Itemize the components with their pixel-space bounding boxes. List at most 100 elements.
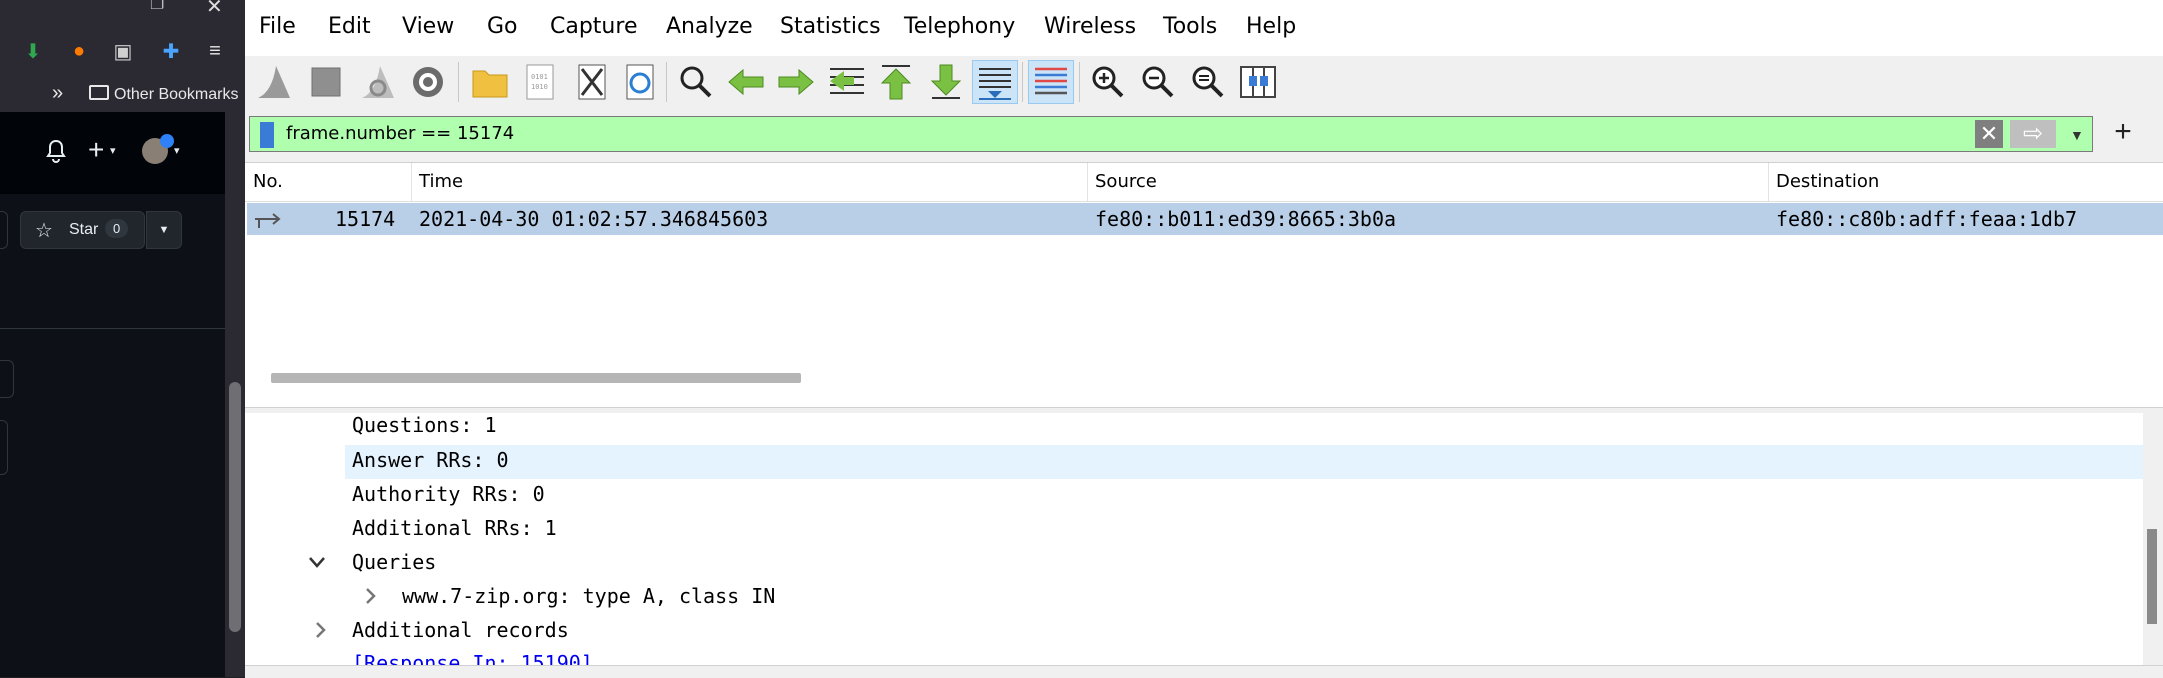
detail-authority-rrs[interactable]: Authority RRs: 0: [352, 482, 545, 506]
restart-icon: [362, 66, 394, 98]
detail-additional-records[interactable]: Additional records: [352, 618, 569, 642]
zoom-reset-icon: [1192, 66, 1224, 98]
column-divider[interactable]: [1087, 163, 1088, 201]
column-header-destination[interactable]: Destination: [1776, 171, 1879, 192]
go-forward-button[interactable]: [773, 60, 819, 104]
menu-capture[interactable]: Capture: [550, 14, 637, 39]
menu-wireless[interactable]: Wireless: [1044, 14, 1136, 39]
fox-icon[interactable]: ●: [66, 38, 92, 64]
repo-action-button[interactable]: [0, 211, 8, 249]
arrow-left-icon: [728, 68, 764, 96]
reload-file-button[interactable]: [617, 60, 663, 104]
autoscroll-icon: [979, 68, 1011, 100]
packet-destination: fe80::c80b:adff:feaa:1db7: [1776, 207, 2078, 231]
menu-statistics[interactable]: Statistics: [780, 14, 881, 39]
glasses-icon[interactable]: ▣: [110, 38, 136, 64]
display-filter-input[interactable]: frame.number == 15174 ✕ ⇨ ▼: [249, 116, 2093, 152]
toolbar-separator: [1079, 62, 1080, 102]
find-packet-button[interactable]: [673, 60, 719, 104]
download-icon[interactable]: ⬇: [20, 38, 46, 64]
detail-answer-rrs[interactable]: Answer RRs: 0: [352, 448, 509, 472]
start-capture-button[interactable]: [251, 60, 297, 104]
menu-edit[interactable]: Edit: [328, 14, 371, 39]
create-new-icon[interactable]: +: [88, 134, 104, 166]
menu-go[interactable]: Go: [487, 14, 518, 39]
column-divider[interactable]: [411, 163, 412, 201]
close-file-icon: [578, 64, 606, 100]
open-file-button[interactable]: [467, 60, 513, 104]
close-window-icon[interactable]: ✕: [206, 0, 223, 19]
apply-filter-button[interactable]: ⇨: [2010, 120, 2056, 148]
resize-columns-button[interactable]: [1235, 60, 1281, 104]
wireshark-window: File Edit View Go Capture Analyze Statis…: [245, 0, 2163, 678]
restart-capture-button[interactable]: [355, 60, 401, 104]
go-to-packet-button[interactable]: [823, 60, 869, 104]
detail-questions[interactable]: Questions: 1: [352, 413, 497, 437]
chevron-more-icon[interactable]: »: [52, 82, 63, 105]
column-header-no[interactable]: No.: [253, 171, 283, 192]
toolbar-separator: [1022, 62, 1023, 102]
display-filter-text[interactable]: frame.number == 15174: [286, 123, 514, 144]
goto-packet-icon: [830, 68, 864, 94]
save-file-button[interactable]: 0101 1010: [517, 60, 563, 104]
chevron-down-icon[interactable]: ▾: [174, 144, 180, 157]
detail-query-entry[interactable]: www.7-zip.org: type A, class IN: [402, 584, 775, 608]
column-header-source[interactable]: Source: [1095, 171, 1157, 192]
scrollbar-thumb[interactable]: [229, 382, 241, 632]
last-packet-button[interactable]: [923, 60, 969, 104]
close-file-button[interactable]: [569, 60, 615, 104]
reload-icon: [626, 64, 654, 100]
browser-toolbar: ❐ ✕ ⬇ ● ▣ ✚ ≡ » Other Bookmarks: [0, 0, 245, 112]
stop-capture-button[interactable]: [303, 60, 349, 104]
menu-help[interactable]: Help: [1246, 14, 1296, 39]
sidebar-box[interactable]: [0, 360, 14, 398]
bell-icon[interactable]: [44, 138, 68, 164]
restore-icon[interactable]: ❐: [150, 0, 164, 14]
menu-telephony[interactable]: Telephony: [904, 14, 1015, 39]
horizontal-scrollbar-thumb[interactable]: [271, 373, 801, 383]
shark-fin-icon: [258, 66, 290, 98]
star-button[interactable]: ☆ 0 Star 0: [20, 211, 145, 249]
detail-response-in-link[interactable]: [Response In: 15190]: [352, 651, 593, 665]
packet-source: fe80::b011:ed39:8665:3b0a: [1095, 207, 1397, 231]
sidebar-box[interactable]: [0, 420, 8, 475]
chevron-down-icon[interactable]: ▾: [110, 144, 116, 157]
menu-tools[interactable]: Tools: [1163, 14, 1217, 39]
zoom-out-button[interactable]: [1135, 60, 1181, 104]
column-header-time[interactable]: Time: [419, 171, 463, 192]
menu-view[interactable]: View: [402, 14, 454, 39]
menu-analyze[interactable]: Analyze: [666, 14, 753, 39]
chevron-right-icon[interactable]: [360, 586, 380, 606]
github-header: [0, 112, 245, 195]
chevron-right-icon[interactable]: [310, 620, 330, 640]
detail-additional-rrs[interactable]: Additional RRs: 1: [352, 516, 557, 540]
zoom-in-button[interactable]: [1085, 60, 1131, 104]
vertical-scrollbar[interactable]: [2143, 413, 2163, 677]
menu-file[interactable]: File: [259, 14, 296, 39]
detail-queries[interactable]: Queries: [352, 550, 436, 574]
puzzle-icon[interactable]: ✚: [158, 38, 184, 64]
selected-detail-highlight: [345, 445, 2145, 479]
filter-history-dropdown[interactable]: ▼: [2070, 127, 2084, 143]
colorize-button[interactable]: [1028, 60, 1074, 104]
star-dropdown-button[interactable]: ▼: [146, 211, 182, 249]
hamburger-icon[interactable]: ≡: [202, 38, 228, 64]
star-count-badge: 0: [105, 219, 129, 238]
packet-row[interactable]: 15174 2021-04-30 01:02:57.346845603 fe80…: [247, 203, 2163, 235]
scrollbar[interactable]: [225, 112, 245, 677]
add-filter-button[interactable]: +: [2103, 112, 2143, 152]
normal-size-button[interactable]: [1185, 60, 1231, 104]
capture-options-button[interactable]: [405, 60, 451, 104]
autoscroll-button[interactable]: [972, 60, 1018, 104]
go-back-button[interactable]: [723, 60, 769, 104]
vertical-scrollbar-thumb[interactable]: [2147, 529, 2157, 624]
bookmark-icon[interactable]: [260, 122, 274, 148]
chevron-down-icon[interactable]: [307, 552, 327, 572]
other-bookmarks-link[interactable]: Other Bookmarks: [114, 86, 238, 104]
folder-icon: [472, 70, 508, 98]
column-divider[interactable]: [1768, 163, 1769, 201]
first-packet-button[interactable]: [873, 60, 919, 104]
browser-side-panel: ❐ ✕ ⬇ ● ▣ ✚ ≡ » Other Bookmarks + ▾ ▾ ☆ …: [0, 0, 245, 677]
clear-filter-button[interactable]: ✕: [1975, 120, 2003, 148]
star-icon: ☆: [35, 220, 53, 242]
